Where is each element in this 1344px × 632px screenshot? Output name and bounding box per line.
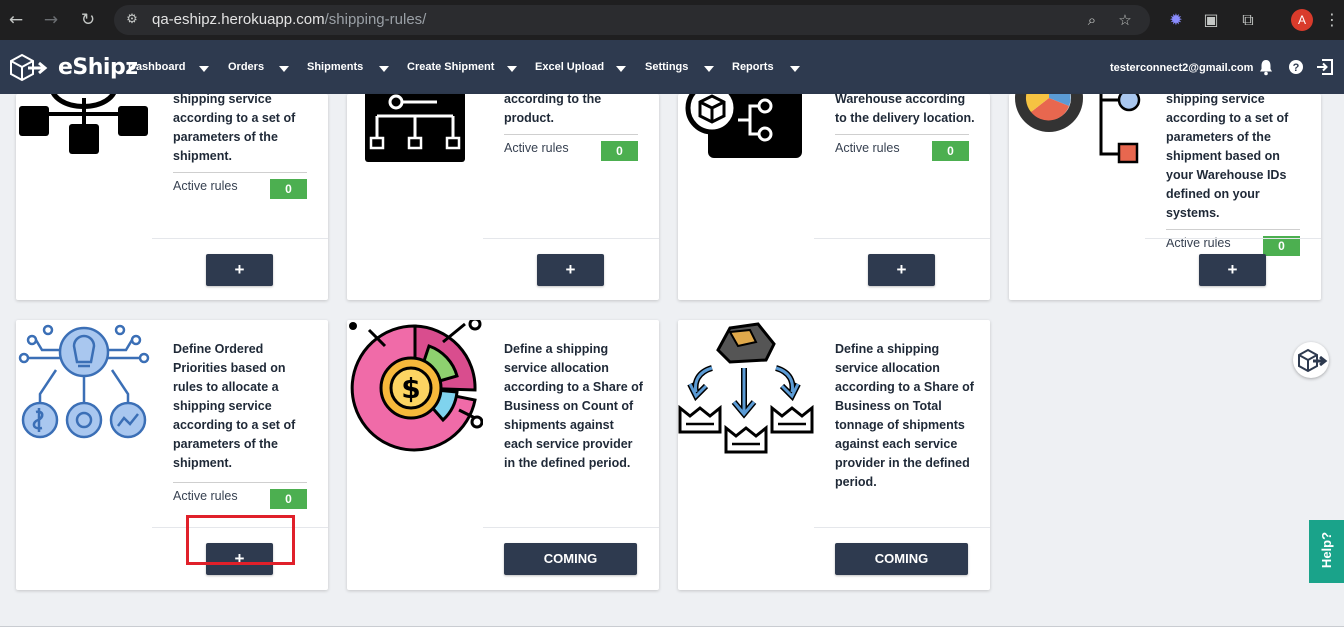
brand-name: eShipz bbox=[58, 55, 138, 80]
rule-card: $ Define a shipping service allocation a… bbox=[347, 320, 659, 590]
app-navbar: eShipz Dashboard Orders Shipments Create… bbox=[0, 40, 1344, 94]
card-description: Define Ordered Priorities based on rules… bbox=[173, 342, 296, 470]
chevron-down-icon[interactable] bbox=[379, 66, 389, 72]
card-divider bbox=[483, 527, 659, 528]
chevron-down-icon[interactable] bbox=[507, 66, 517, 72]
add-rule-button[interactable]: + bbox=[868, 254, 935, 286]
nav-orders[interactable]: Orders bbox=[228, 60, 264, 76]
svg-text:?: ? bbox=[1293, 62, 1300, 74]
chevron-down-icon[interactable] bbox=[199, 66, 209, 72]
nav-settings[interactable]: Settings bbox=[645, 60, 688, 76]
active-rules-count-badge: 0 bbox=[270, 179, 307, 199]
add-rule-button[interactable]: + bbox=[1199, 254, 1266, 286]
parameters-flow-icon bbox=[19, 94, 148, 154]
chevron-down-icon[interactable] bbox=[616, 66, 626, 72]
card-divider bbox=[152, 238, 328, 239]
chevron-down-icon[interactable] bbox=[704, 66, 714, 72]
warehouse-location-icon bbox=[685, 94, 802, 158]
browser-menu-icon[interactable]: ⋮ bbox=[1324, 9, 1340, 31]
card-divider bbox=[1145, 238, 1321, 239]
active-rules-row: Active rules 0 bbox=[173, 172, 307, 199]
help-circle-icon[interactable]: ? bbox=[1287, 58, 1305, 76]
product-flow-icon bbox=[365, 94, 465, 162]
nav-excel-upload[interactable]: Excel Upload bbox=[535, 60, 604, 76]
rule-card: according to the product. Active rules 0… bbox=[347, 94, 659, 300]
nav-create-shipment[interactable]: Create Shipment bbox=[407, 60, 494, 76]
card-description: shipping service according to a set of p… bbox=[173, 94, 296, 163]
active-rules-row: Active rules 0 bbox=[1166, 229, 1300, 256]
screen-capture-icon[interactable]: ▣ bbox=[1200, 9, 1222, 31]
card-divider bbox=[814, 527, 990, 528]
floating-eshipz-logo-icon[interactable] bbox=[1293, 342, 1329, 378]
page-bottom-edge bbox=[0, 626, 1344, 632]
ordered-priorities-icon bbox=[18, 324, 150, 439]
forward-icon[interactable]: → bbox=[41, 10, 61, 30]
card-description: Define a shipping service allocation acc… bbox=[835, 342, 974, 489]
extension-gear-icon[interactable]: ✹ bbox=[1165, 9, 1187, 31]
active-rules-row: Active rules 0 bbox=[173, 482, 307, 509]
active-rules-row: Active rules 0 bbox=[504, 134, 638, 161]
active-rules-row: Active rules 0 bbox=[835, 134, 969, 161]
card-divider bbox=[814, 238, 990, 239]
zoom-icon[interactable]: ⌕ bbox=[1083, 11, 1101, 29]
active-rules-count-badge: 0 bbox=[270, 489, 307, 509]
nav-dashboard[interactable]: Dashboard bbox=[128, 60, 185, 76]
url-host: qa-eshipz.herokuapp.com bbox=[152, 11, 325, 28]
active-rules-count-badge: 0 bbox=[932, 141, 969, 161]
active-rules-label: Active rules bbox=[173, 179, 238, 193]
highlight-annotation-box bbox=[186, 515, 295, 565]
coming-button[interactable]: COMING bbox=[835, 543, 968, 575]
coming-button[interactable]: COMING bbox=[504, 543, 637, 575]
profile-avatar[interactable]: A bbox=[1291, 9, 1313, 31]
card-description: according to the product. bbox=[504, 94, 602, 125]
url-text[interactable]: qa-eshipz.herokuapp.com/shipping-rules/ bbox=[152, 12, 426, 28]
reload-icon[interactable]: ↻ bbox=[78, 10, 98, 30]
chevron-down-icon[interactable] bbox=[279, 66, 289, 72]
card-description: Warehouse according to the delivery loca… bbox=[835, 94, 975, 125]
active-rules-count-badge: 0 bbox=[1263, 236, 1300, 256]
user-email[interactable]: testerconnect2@gmail.com bbox=[1110, 61, 1253, 75]
card-description: shipping service according to a set of p… bbox=[1166, 94, 1289, 220]
site-settings-icon[interactable]: ⚙ bbox=[124, 12, 140, 28]
chevron-down-icon[interactable] bbox=[790, 66, 800, 72]
bookmark-star-icon[interactable]: ☆ bbox=[1116, 11, 1134, 29]
card-description: Define a shipping service allocation acc… bbox=[504, 342, 643, 470]
browser-toolbar: ← → ↻ ⚙ qa-eshipz.herokuapp.com/shipping… bbox=[0, 0, 1344, 40]
active-rules-label: Active rules bbox=[835, 141, 900, 155]
address-bar[interactable]: ⚙ qa-eshipz.herokuapp.com/shipping-rules… bbox=[114, 5, 1150, 35]
rule-card: Define a shipping service allocation acc… bbox=[678, 320, 990, 590]
bell-icon[interactable] bbox=[1257, 58, 1275, 76]
active-rules-count-badge: 0 bbox=[601, 141, 638, 161]
url-path: /shipping-rules/ bbox=[324, 11, 427, 28]
back-icon[interactable]: ← bbox=[6, 10, 26, 30]
rule-card: Warehouse according to the delivery loca… bbox=[678, 94, 990, 300]
nav-reports[interactable]: Reports bbox=[732, 60, 774, 76]
card-divider bbox=[483, 238, 659, 239]
help-tab-label: Help? bbox=[1319, 531, 1334, 569]
rule-card: shipping service according to a set of p… bbox=[1009, 94, 1321, 300]
extensions-puzzle-icon[interactable]: ⧉ bbox=[1237, 9, 1259, 31]
logo-box-icon bbox=[10, 53, 48, 82]
warehouse-id-gear-icon bbox=[1015, 94, 1141, 164]
logout-icon[interactable] bbox=[1315, 58, 1333, 76]
share-of-business-count-icon: $ bbox=[349, 320, 483, 452]
active-rules-label: Active rules bbox=[173, 489, 238, 503]
rule-card: shipping service according to a set of p… bbox=[16, 94, 328, 300]
add-rule-button[interactable]: + bbox=[537, 254, 604, 286]
tonnage-allocation-icon bbox=[678, 322, 814, 454]
svg-text:$: $ bbox=[401, 372, 420, 405]
add-rule-button[interactable]: + bbox=[206, 254, 273, 286]
nav-shipments[interactable]: Shipments bbox=[307, 60, 363, 76]
active-rules-label: Active rules bbox=[504, 141, 569, 155]
help-tab[interactable]: Help? bbox=[1309, 520, 1344, 583]
eshipz-logo[interactable]: eShipz bbox=[8, 52, 138, 84]
